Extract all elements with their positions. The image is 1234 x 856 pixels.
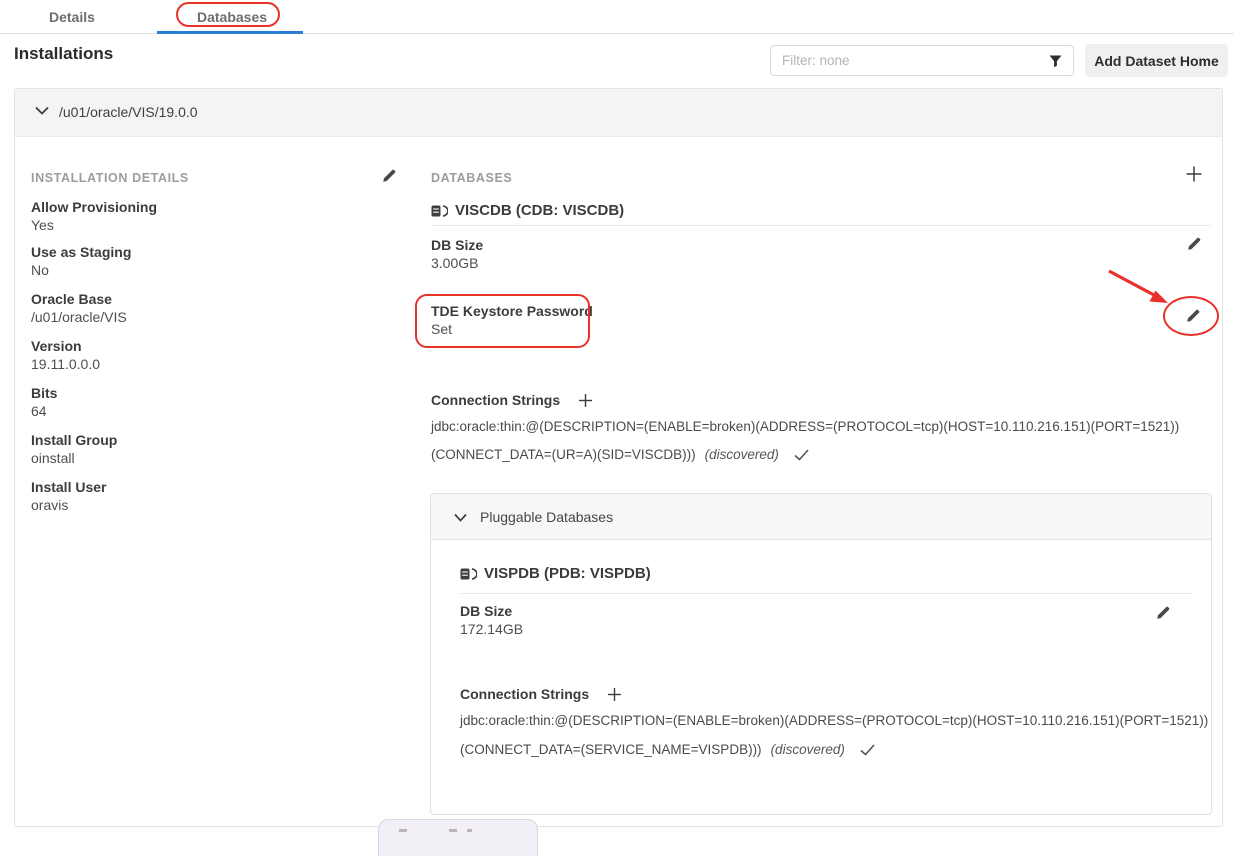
add-dataset-home-button[interactable]: Add Dataset Home bbox=[1085, 44, 1228, 77]
edit-tde-keystore-pencil-icon[interactable] bbox=[1185, 309, 1200, 324]
field-label: Oracle Base bbox=[31, 291, 112, 307]
installation-card: /u01/oracle/VIS/19.0.0 INSTALLATION DETA… bbox=[14, 88, 1223, 827]
chevron-down-icon[interactable] bbox=[35, 106, 49, 115]
field-label: Version bbox=[31, 338, 82, 354]
cdb-connection-string-line2: (CONNECT_DATA=(UR=A)(SID=VISCDB))) (disc… bbox=[431, 447, 809, 462]
cutoff-text-fragment bbox=[467, 829, 472, 832]
tde-keystore-password-value: Set bbox=[431, 321, 452, 337]
cdb-connection-string-line1: jdbc:oracle:thin:@(DESCRIPTION=(ENABLE=b… bbox=[431, 419, 1179, 434]
installation-details-title: INSTALLATION DETAILS bbox=[31, 171, 189, 185]
field-value: /u01/oracle/VIS bbox=[31, 309, 127, 325]
add-database-plus-icon[interactable] bbox=[1185, 165, 1203, 183]
cutoff-button[interactable] bbox=[378, 819, 538, 856]
field-label: Bits bbox=[31, 385, 57, 401]
installation-path: /u01/oracle/VIS/19.0.0 bbox=[59, 104, 198, 120]
discovered-note: (discovered) bbox=[705, 447, 779, 462]
edit-installation-details-pencil-icon[interactable] bbox=[381, 169, 396, 184]
database-icon bbox=[460, 567, 477, 581]
active-tab-underline bbox=[157, 31, 303, 34]
pluggable-databases-panel: Pluggable Databases VISPDB (PDB: VISPDB)… bbox=[430, 493, 1212, 815]
cdb-title: VISCDB (CDB: VISCDB) bbox=[455, 202, 624, 219]
edit-db-size-pencil-icon[interactable] bbox=[1186, 237, 1201, 252]
pdb-connection-string-line2: (CONNECT_DATA=(SERVICE_NAME=VISPDB))) (d… bbox=[460, 742, 875, 757]
field-value: 64 bbox=[31, 403, 47, 419]
check-icon bbox=[860, 744, 875, 756]
check-icon bbox=[794, 449, 809, 461]
field-label: Install User bbox=[31, 479, 106, 495]
installation-card-header[interactable]: /u01/oracle/VIS/19.0.0 bbox=[15, 89, 1222, 137]
field-value: Yes bbox=[31, 217, 54, 233]
tab-details[interactable]: Details bbox=[49, 9, 95, 25]
pdb-connection-string-line1: jdbc:oracle:thin:@(DESCRIPTION=(ENABLE=b… bbox=[460, 713, 1208, 728]
field-value: 19.11.0.0.0 bbox=[31, 356, 100, 372]
field-label: Allow Provisioning bbox=[31, 199, 157, 215]
databases-section-title: DATABASES bbox=[431, 171, 512, 185]
cdb-connection-strings-row: Connection Strings bbox=[431, 392, 593, 408]
add-connection-string-plus-icon[interactable] bbox=[607, 687, 622, 702]
edit-db-size-pencil-icon[interactable] bbox=[1155, 606, 1170, 621]
pdb-title-row: VISPDB (PDB: VISPDB) bbox=[460, 565, 651, 582]
db-size-value: 3.00GB bbox=[431, 255, 478, 271]
divider bbox=[460, 593, 1192, 594]
db-size-value: 172.14GB bbox=[460, 621, 523, 637]
field-value: oravis bbox=[31, 497, 68, 513]
connection-strings-label: Connection Strings bbox=[431, 392, 560, 408]
tab-databases[interactable]: Databases bbox=[197, 9, 267, 25]
add-connection-string-plus-icon[interactable] bbox=[578, 393, 593, 408]
connection-string-text: (CONNECT_DATA=(UR=A)(SID=VISCDB))) bbox=[431, 447, 696, 462]
pdb-title: VISPDB (PDB: VISPDB) bbox=[484, 565, 651, 582]
cutoff-text-fragment bbox=[399, 829, 407, 832]
connection-strings-label: Connection Strings bbox=[460, 686, 589, 702]
connection-string-text: (CONNECT_DATA=(SERVICE_NAME=VISPDB))) bbox=[460, 742, 762, 757]
db-size-label: DB Size bbox=[460, 603, 512, 619]
field-label: Install Group bbox=[31, 432, 117, 448]
db-size-label: DB Size bbox=[431, 237, 483, 253]
chevron-down-icon[interactable] bbox=[454, 513, 467, 522]
tde-keystore-password-label: TDE Keystore Password bbox=[431, 303, 593, 319]
pdb-connection-strings-row: Connection Strings bbox=[460, 686, 622, 702]
divider bbox=[431, 225, 1211, 226]
field-label: Use as Staging bbox=[31, 244, 131, 260]
cdb-title-row: VISCDB (CDB: VISCDB) bbox=[431, 202, 624, 219]
tab-bar: Details Databases bbox=[0, 0, 1234, 34]
pluggable-databases-header[interactable]: Pluggable Databases bbox=[431, 494, 1211, 540]
field-value: No bbox=[31, 262, 49, 278]
filter-funnel-icon[interactable] bbox=[1049, 55, 1062, 73]
filter-input[interactable] bbox=[771, 46, 1073, 75]
page-title: Installations bbox=[14, 44, 113, 64]
filter-input-container bbox=[770, 45, 1074, 76]
field-value: oinstall bbox=[31, 450, 75, 466]
pluggable-databases-title: Pluggable Databases bbox=[480, 509, 613, 525]
cutoff-text-fragment bbox=[449, 829, 457, 832]
discovered-note: (discovered) bbox=[771, 742, 845, 757]
database-icon bbox=[431, 204, 448, 218]
